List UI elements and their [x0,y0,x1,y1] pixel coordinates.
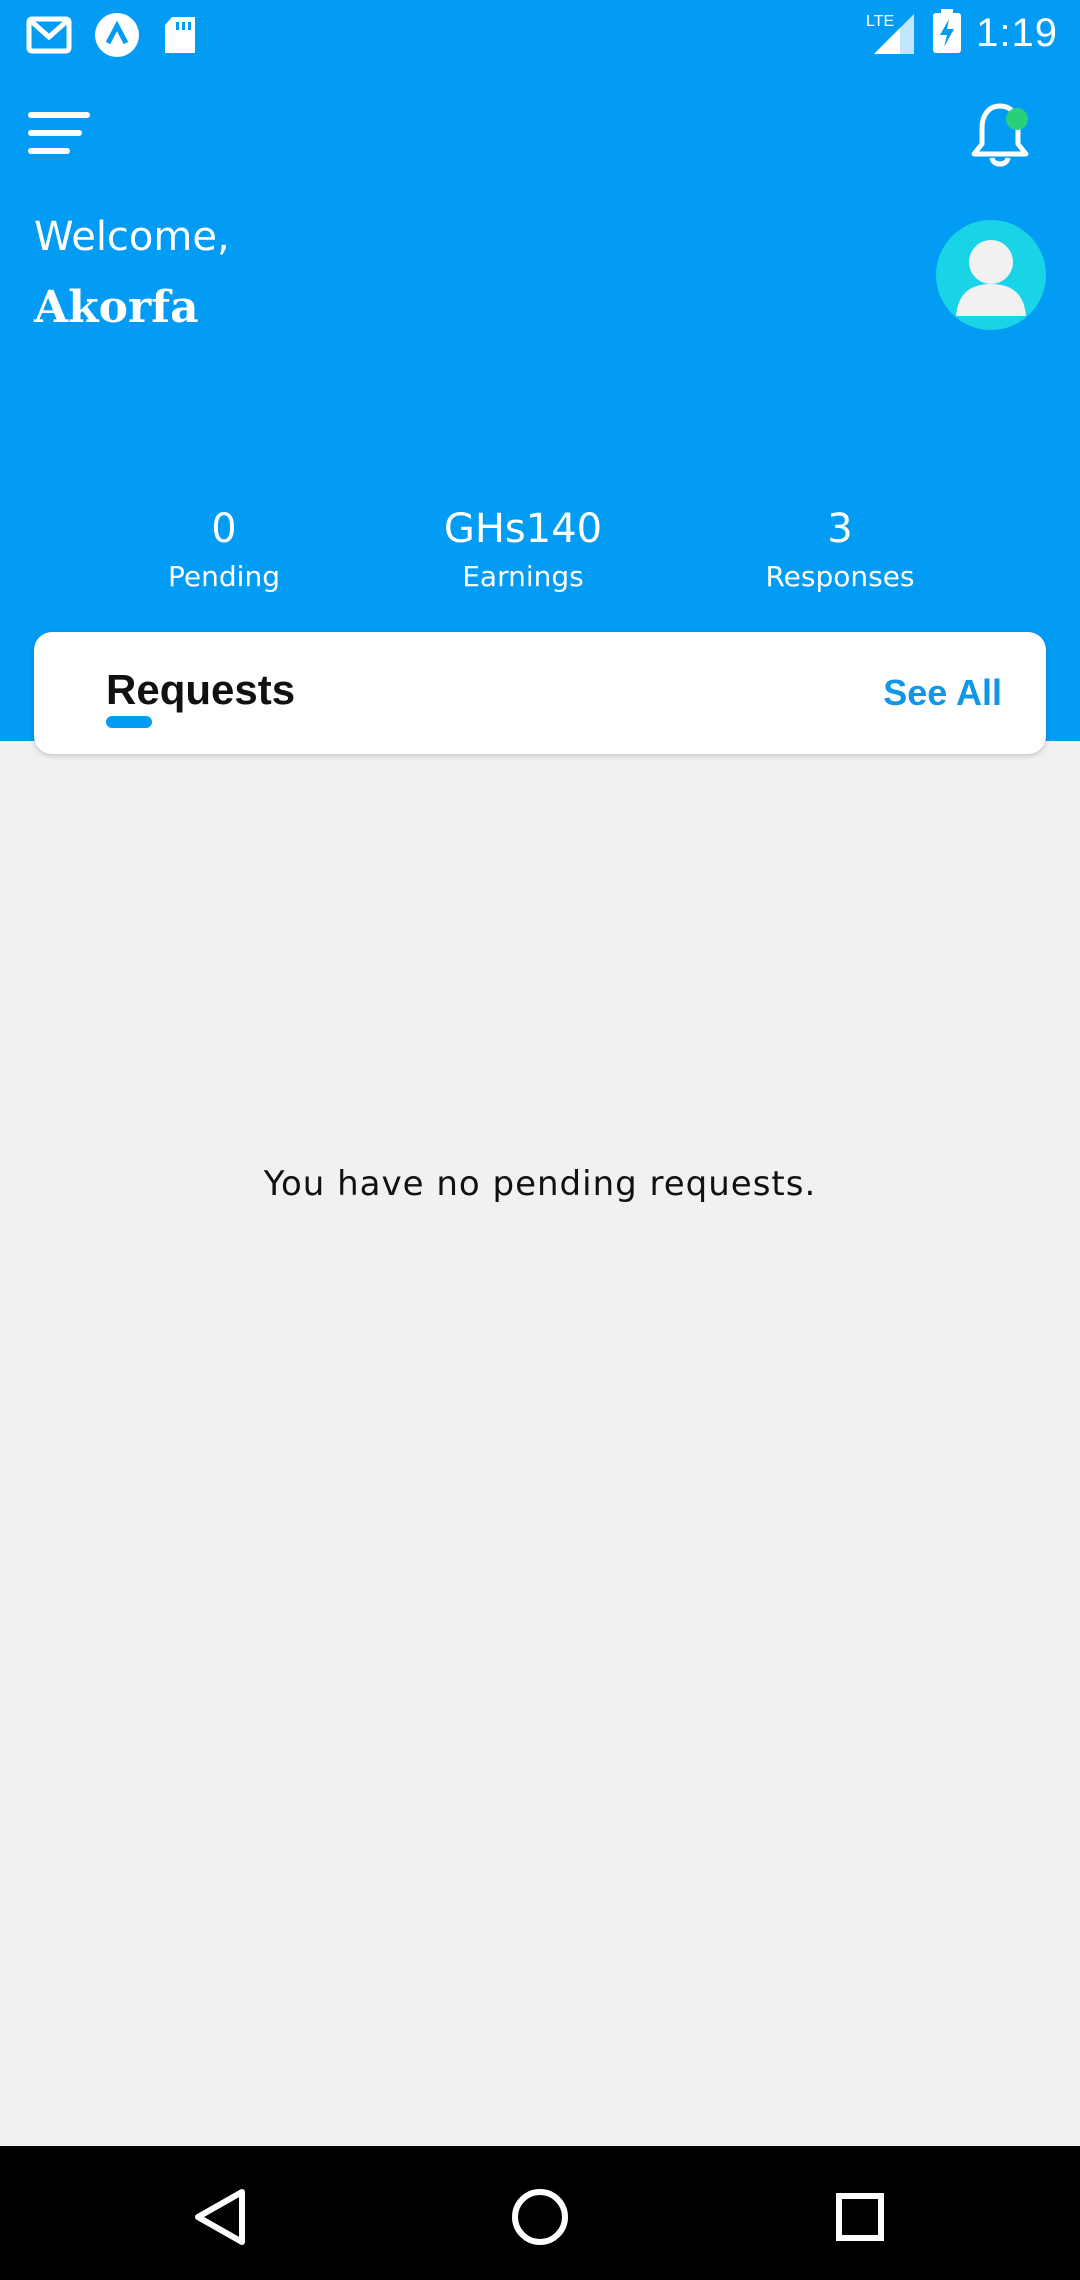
system-navigation-bar [0,2146,1080,2280]
sd-card-icon [162,15,198,60]
app-icon [94,12,140,63]
header-background [0,0,1080,741]
battery-charging-icon [932,9,962,58]
stat-value: GHs140 [443,506,603,552]
stat-responses: 3 Responses [720,506,960,593]
requests-tab-indicator [106,716,152,728]
username: Akorfa [34,282,199,333]
stat-label: Earnings [462,560,584,593]
status-time: 1:19 [976,11,1058,55]
hamburger-menu-icon[interactable] [28,112,92,160]
stat-value: 3 [827,506,853,552]
svg-text:LTE: LTE [866,13,894,30]
stat-label: Responses [765,560,915,593]
stat-earnings: GHs140 Earnings [403,506,643,593]
avatar[interactable] [936,220,1046,330]
home-icon[interactable] [505,2182,575,2252]
gmail-icon [26,15,72,60]
empty-state-message: You have no pending requests. [263,1164,817,1204]
recents-icon[interactable] [825,2182,895,2252]
welcome-text: Welcome, [34,214,230,260]
see-all-link[interactable]: See All [883,672,1002,714]
stat-label: Pending [168,560,280,593]
requests-title: Requests [106,666,296,713]
status-bar: LTE 1:19 [0,0,1080,66]
signal-icon: LTE [862,6,918,61]
notification-dot [1006,108,1028,130]
requests-card: Requests See All [34,632,1046,754]
back-icon[interactable] [186,2182,256,2252]
stat-pending: 0 Pending [104,506,344,593]
stat-value: 0 [211,506,237,552]
